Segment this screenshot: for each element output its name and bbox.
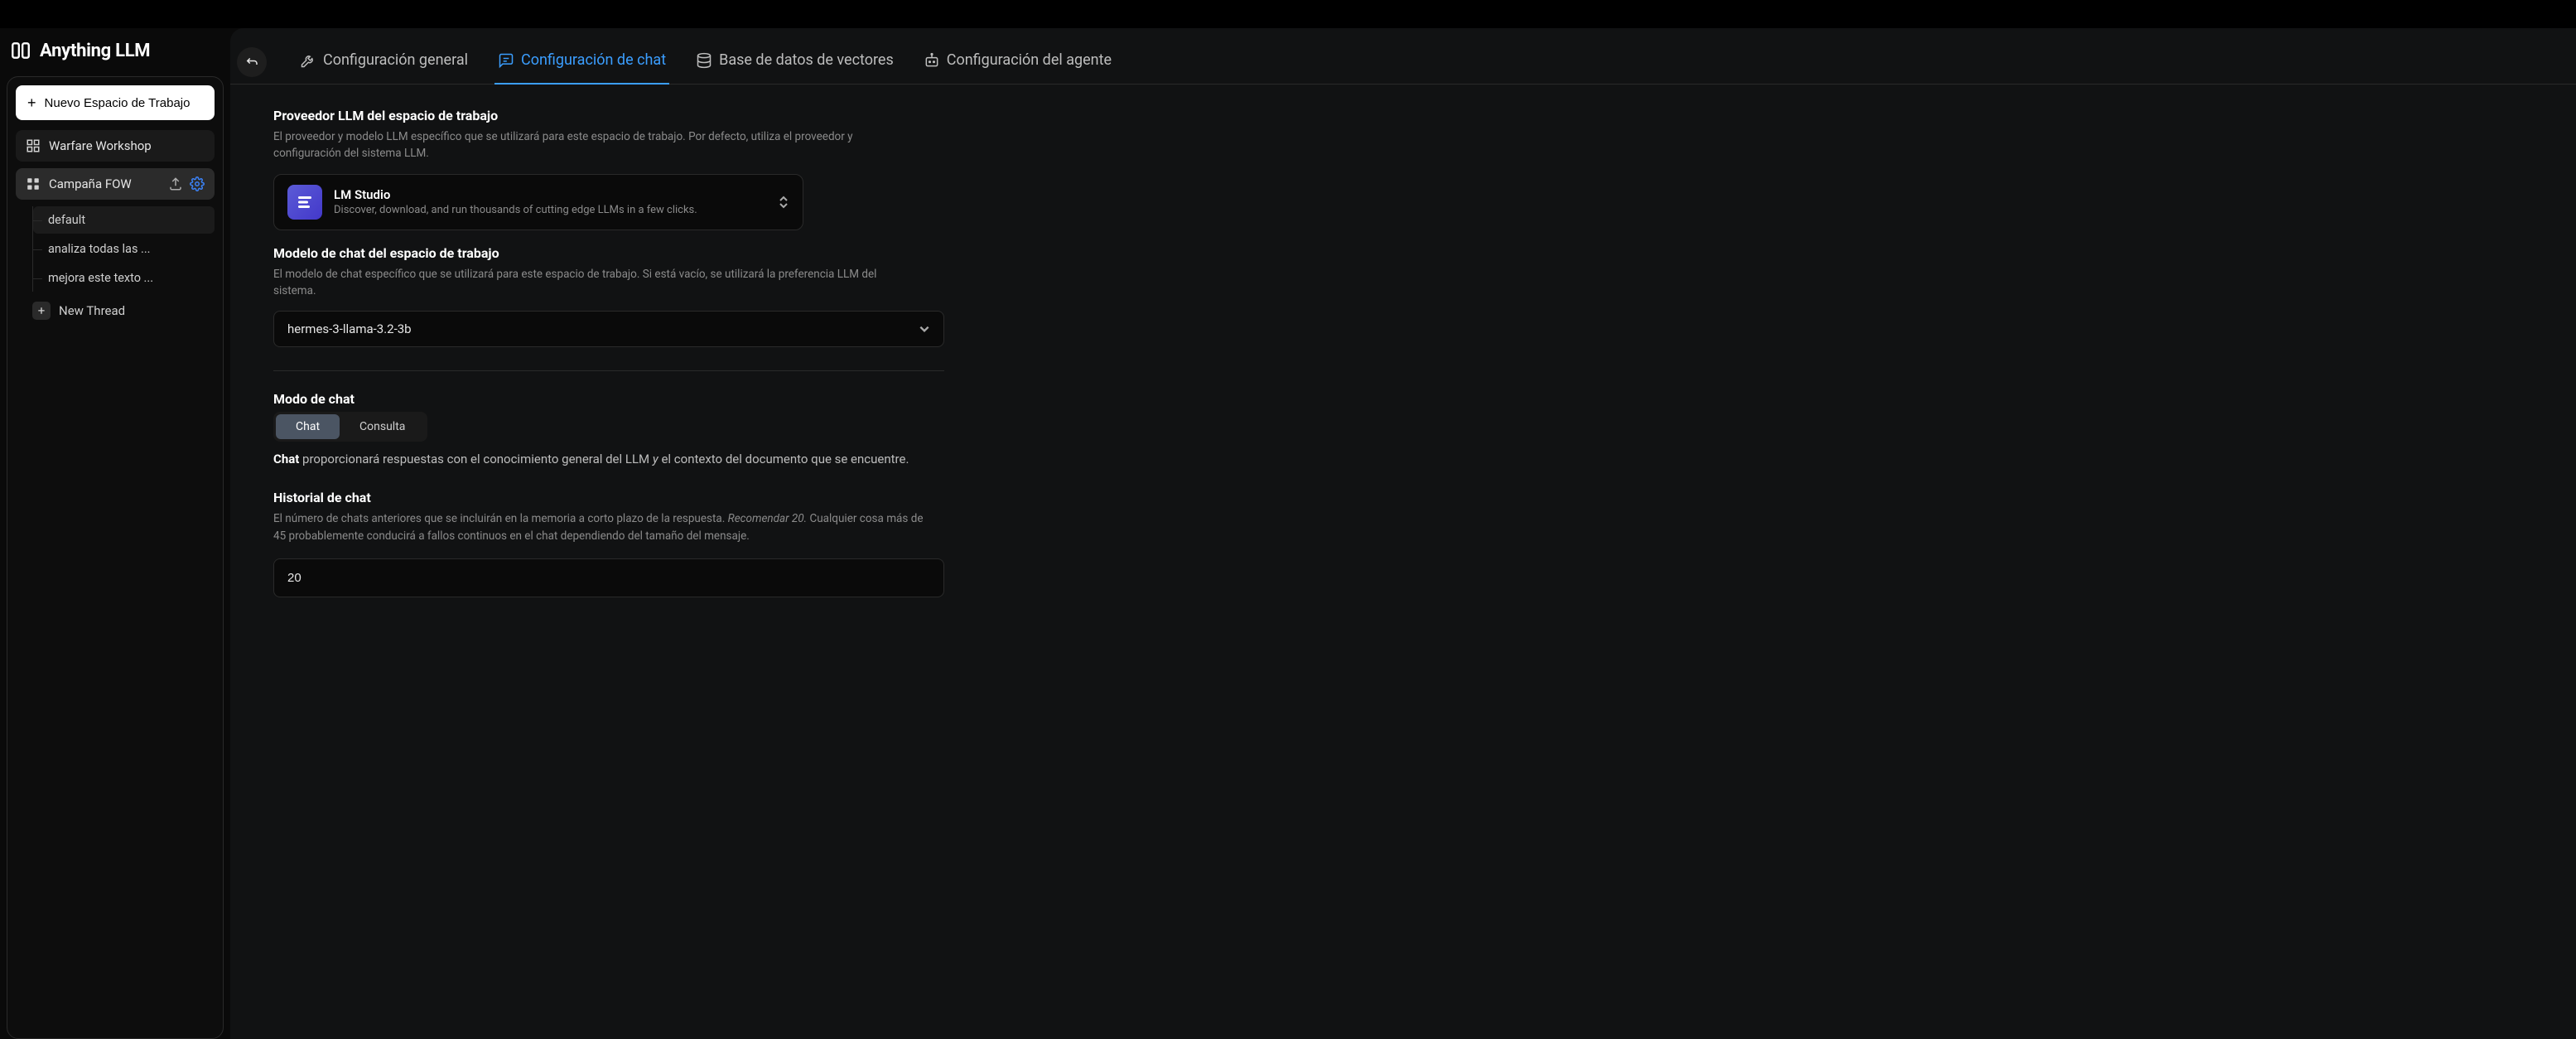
app-root: Anything LLM + Nuevo Espacio de Trabajo … xyxy=(0,0,2576,1039)
workspace-item-warfare[interactable]: Warfare Workshop xyxy=(16,130,215,162)
provider-name: LM Studio xyxy=(334,187,766,202)
provider-title: Proveedor LLM del espacio de trabajo xyxy=(273,108,1181,123)
plus-icon: + xyxy=(27,95,36,110)
chatmode-desc-bold: Chat xyxy=(273,452,299,466)
chatmode-chat-button[interactable]: Chat xyxy=(276,414,340,439)
grid-icon xyxy=(26,176,41,191)
lmstudio-logo-icon xyxy=(287,185,322,220)
chevron-down-icon xyxy=(919,321,930,336)
plus-icon: + xyxy=(32,302,51,320)
workspace-label: Warfare Workshop xyxy=(49,138,205,153)
tab-agent-label: Configuración del agente xyxy=(947,51,1112,69)
chatmode-segment: Chat Consulta xyxy=(273,412,427,442)
new-workspace-button[interactable]: + Nuevo Espacio de Trabajo xyxy=(16,85,215,120)
model-desc: El modelo de chat específico que se util… xyxy=(273,266,919,300)
provider-desc: El proveedor y modelo LLM específico que… xyxy=(273,128,919,162)
wrench-icon xyxy=(300,52,316,69)
divider xyxy=(273,370,944,371)
provider-text: LM Studio Discover, download, and run th… xyxy=(334,187,766,216)
chat-icon xyxy=(498,52,514,69)
chatmode-query-button[interactable]: Consulta xyxy=(340,414,425,439)
brand-name: Anything LLM xyxy=(40,41,150,61)
provider-subtitle: Discover, download, and run thousands of… xyxy=(334,204,766,216)
brand: Anything LLM xyxy=(0,28,230,76)
history-input[interactable] xyxy=(273,558,944,597)
tab-vectordb-label: Base de datos de vectores xyxy=(719,51,894,69)
tab-vectordb[interactable]: Base de datos de vectores xyxy=(692,40,897,84)
workspace-item-campana[interactable]: Campaña FOW xyxy=(16,168,215,200)
workspace-actions xyxy=(168,176,205,191)
model-value: hermes-3-llama-3.2-3b xyxy=(287,321,412,336)
chatmode-desc-p1: proporcionará respuestas con el conocimi… xyxy=(299,452,653,466)
brand-logo-icon xyxy=(10,40,31,61)
history-desc-rec: Recomendar 20. xyxy=(728,512,807,525)
tab-general-label: Configuración general xyxy=(323,51,468,69)
new-workspace-label: Nuevo Espacio de Trabajo xyxy=(45,96,191,110)
grid-icon xyxy=(26,138,41,153)
history-desc: El número de chats anteriores que se inc… xyxy=(273,510,928,545)
thread-item-default[interactable]: default xyxy=(33,206,215,234)
sidebar-panel: + Nuevo Espacio de Trabajo Warfare Works… xyxy=(7,76,224,1039)
history-desc-p1: El número de chats anteriores que se inc… xyxy=(273,512,728,525)
main: Configuración general Configuración de c… xyxy=(230,0,2576,1039)
tab-chat-label: Configuración de chat xyxy=(521,51,666,69)
thread-list: default analiza todas las ... mejora est… xyxy=(32,206,215,292)
back-button[interactable] xyxy=(237,47,267,77)
database-icon xyxy=(696,52,712,69)
model-select[interactable]: hermes-3-llama-3.2-3b xyxy=(273,311,944,347)
tab-chat[interactable]: Configuración de chat xyxy=(494,40,669,84)
main-panel: Configuración general Configuración de c… xyxy=(230,28,2576,1039)
settings-tabbar: Configuración general Configuración de c… xyxy=(230,40,2576,85)
thread-item-2[interactable]: mejora este texto ... xyxy=(33,264,215,292)
new-thread-button[interactable]: + New Thread xyxy=(16,293,215,323)
sidebar: Anything LLM + Nuevo Espacio de Trabajo … xyxy=(0,0,230,1039)
robot-icon xyxy=(924,52,940,69)
chatmode-desc-italic: y xyxy=(653,452,658,466)
gear-icon[interactable] xyxy=(190,176,205,191)
workspace-label: Campaña FOW xyxy=(49,176,160,191)
window-topbar xyxy=(0,0,2576,28)
new-thread-label: New Thread xyxy=(59,303,125,318)
chatmode-desc: Chat proporcionará respuestas con el con… xyxy=(273,452,1181,466)
tab-agent[interactable]: Configuración del agente xyxy=(920,40,1115,84)
tab-general[interactable]: Configuración general xyxy=(297,40,471,84)
settings-content: Proveedor LLM del espacio de trabajo El … xyxy=(230,85,1224,621)
thread-item-1[interactable]: analiza todas las ... xyxy=(33,235,215,263)
history-title: Historial de chat xyxy=(273,490,1181,505)
provider-selector[interactable]: LM Studio Discover, download, and run th… xyxy=(273,174,803,230)
upload-icon[interactable] xyxy=(168,176,183,191)
updown-icon xyxy=(778,196,789,209)
chatmode-desc-p2: el contexto del documento que se encuent… xyxy=(658,452,909,466)
model-title: Modelo de chat del espacio de trabajo xyxy=(273,245,1181,261)
chatmode-title: Modo de chat xyxy=(273,391,1181,407)
